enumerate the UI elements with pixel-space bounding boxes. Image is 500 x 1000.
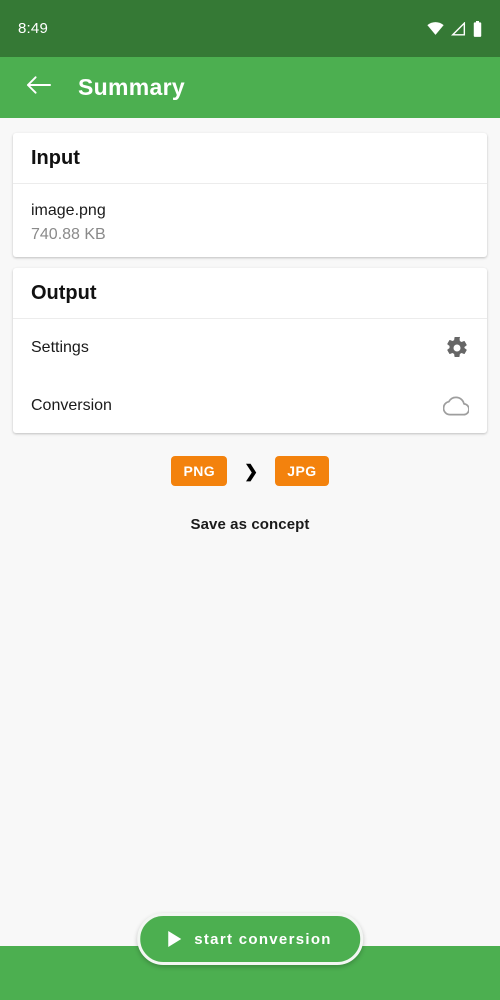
chevron-right-icon: ❯: [244, 461, 259, 481]
conversion-label: Conversion: [31, 397, 112, 414]
conversion-format-row: PNG ❯ JPG: [0, 456, 500, 486]
back-button[interactable]: [16, 66, 60, 110]
app-screen: 8:49 Summary Input image.png 740.88 KB O…: [0, 0, 500, 1000]
status-bar: 8:49: [0, 0, 500, 57]
output-row-settings[interactable]: Settings: [13, 319, 487, 377]
play-icon: [168, 931, 182, 947]
arrow-back-icon: [26, 75, 51, 100]
input-file-info[interactable]: image.png 740.88 KB: [13, 184, 487, 245]
input-card: Input image.png 740.88 KB: [13, 133, 487, 257]
status-bar-icons: [427, 20, 482, 37]
page-title: Summary: [78, 74, 185, 100]
source-format-chip[interactable]: PNG: [171, 456, 228, 486]
start-conversion-label: start conversion: [194, 930, 332, 948]
save-as-concept-button[interactable]: Save as concept: [0, 516, 500, 533]
main-content: Input image.png 740.88 KB Output Setting…: [0, 118, 500, 1000]
output-card: Output Settings Conversion: [13, 268, 487, 433]
input-card-header: Input: [31, 146, 80, 169]
input-file-size: 740.88 KB: [31, 225, 106, 243]
output-card-header: Output: [31, 281, 97, 304]
app-bar: Summary: [0, 57, 500, 118]
wifi-icon: [427, 22, 444, 35]
battery-icon: [473, 20, 482, 37]
gear-icon[interactable]: [445, 336, 469, 360]
input-file-name: image.png: [31, 202, 106, 219]
target-format-chip[interactable]: JPG: [275, 456, 329, 486]
cloud-icon[interactable]: [443, 396, 469, 416]
start-conversion-button[interactable]: start conversion: [137, 913, 363, 965]
settings-label: Settings: [31, 339, 89, 356]
status-bar-clock: 8:49: [18, 20, 48, 37]
output-row-conversion[interactable]: Conversion: [13, 377, 487, 435]
cellular-signal-icon: [451, 21, 466, 36]
